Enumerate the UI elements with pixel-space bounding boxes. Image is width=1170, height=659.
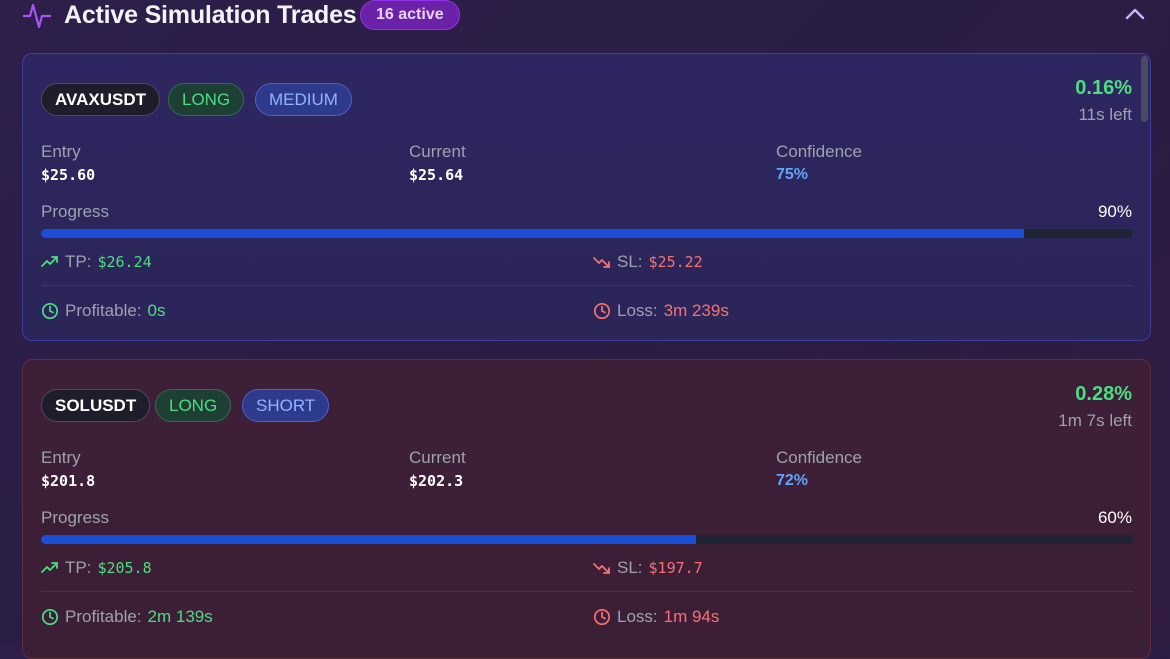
tp-value: $205.8 — [97, 559, 152, 577]
section-title: Active Simulation Trades — [64, 1, 357, 29]
loss-time: Loss: 3m 239s — [593, 301, 729, 321]
tp-label: TP: — [65, 252, 92, 271]
progress-value: 90% — [1097, 202, 1132, 221]
symbol-badge: SOLUSDT — [41, 389, 151, 422]
current-label: Current — [409, 142, 466, 161]
profitable-time: Profitable: 0s — [41, 301, 166, 321]
progress-label: Progress — [41, 202, 110, 221]
tp-value: $26.24 — [97, 253, 152, 271]
divider — [41, 591, 1133, 592]
trending-up-icon — [41, 256, 58, 267]
loss-label: Loss: — [617, 607, 658, 626]
section-header: Active Simulation Trades 16 active — [0, 0, 1170, 32]
stop-loss: SL: $197.7 — [593, 558, 703, 578]
trending-down-icon — [593, 563, 610, 574]
tag-badge: MEDIUM — [255, 83, 352, 116]
pnl-percent: 0.16% — [1075, 77, 1132, 99]
sl-value: $25.22 — [648, 253, 703, 271]
take-profit: TP: $26.24 — [41, 252, 152, 272]
progress-fill — [41, 535, 697, 544]
entry-value: $25.60 — [41, 166, 96, 184]
time-left: 11s left — [1078, 105, 1132, 124]
profitable-label: Profitable: — [65, 301, 142, 320]
current-value: $25.64 — [409, 166, 464, 184]
activity-icon — [23, 3, 51, 29]
profitable-time: Profitable: 2m 139s — [41, 607, 213, 627]
clock-icon — [41, 608, 59, 626]
entry-label: Entry — [41, 142, 81, 161]
confidence-value: 75% — [776, 166, 809, 183]
profitable-value: 2m 139s — [147, 607, 213, 626]
active-count-badge: 16 active — [360, 0, 460, 30]
trade-card[interactable]: AVAXUSDT LONG MEDIUM 0.16% 11s left Entr… — [22, 53, 1151, 341]
progress-label: Progress — [41, 508, 110, 527]
entry-value: $201.8 — [41, 472, 96, 490]
loss-label: Loss: — [617, 301, 658, 320]
divider — [41, 285, 1133, 286]
entry-label: Entry — [41, 448, 81, 467]
confidence-label: Confidence — [776, 142, 863, 161]
loss-value: 1m 94s — [663, 607, 720, 626]
current-value: $202.3 — [409, 472, 464, 490]
profitable-value: 0s — [147, 301, 166, 320]
tp-label: TP: — [65, 558, 92, 577]
loss-time: Loss: 1m 94s — [593, 607, 719, 627]
scrollbar-thumb[interactable] — [1141, 56, 1148, 122]
progress-value: 60% — [1097, 508, 1132, 527]
confidence-label: Confidence — [776, 448, 863, 467]
progress-track — [41, 229, 1133, 238]
progress-track — [41, 535, 1133, 544]
stop-loss: SL: $25.22 — [593, 252, 703, 272]
trending-down-icon — [593, 257, 610, 268]
sl-label: SL: — [617, 252, 643, 271]
time-left: 1m 7s left — [1058, 411, 1132, 430]
trending-up-icon — [41, 562, 58, 573]
sl-value: $197.7 — [648, 559, 703, 577]
trade-card[interactable]: SOLUSDT LONG SHORT 0.28% 1m 7s left Entr… — [22, 359, 1151, 659]
pnl-percent: 0.28% — [1075, 383, 1132, 405]
clock-icon — [593, 302, 611, 320]
side-badge: LONG — [168, 83, 245, 116]
confidence-value: 72% — [776, 472, 809, 489]
side-badge: LONG — [155, 389, 232, 422]
clock-icon — [593, 608, 611, 626]
current-label: Current — [409, 448, 466, 467]
profitable-label: Profitable: — [65, 607, 142, 626]
loss-value: 3m 239s — [663, 301, 729, 320]
chevron-up-icon[interactable] — [1124, 5, 1146, 23]
symbol-badge: AVAXUSDT — [41, 83, 160, 116]
progress-fill — [41, 229, 1024, 238]
clock-icon — [41, 302, 59, 320]
tag-badge: SHORT — [242, 389, 330, 422]
take-profit: TP: $205.8 — [41, 558, 152, 578]
sl-label: SL: — [617, 558, 643, 577]
